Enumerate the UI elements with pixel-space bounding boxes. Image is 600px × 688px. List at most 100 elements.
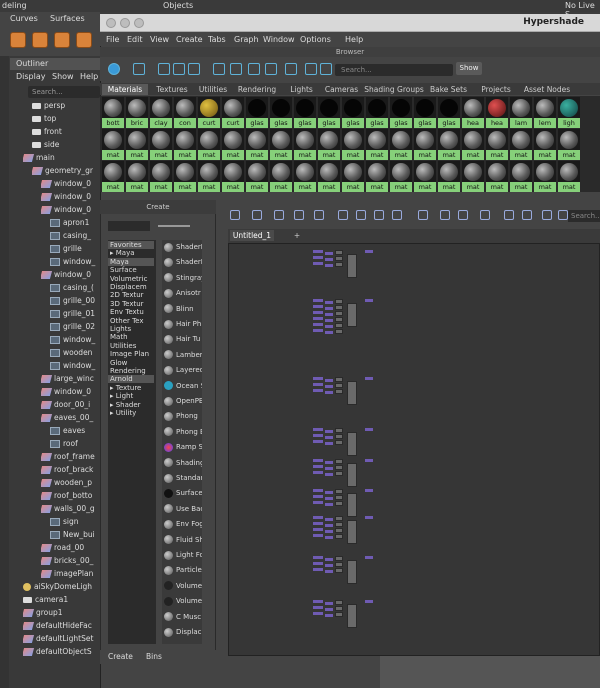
outliner-item[interactable]: window_ xyxy=(50,257,100,269)
shader-node[interactable] xyxy=(335,562,343,567)
objects-menu[interactable]: Objects xyxy=(163,1,193,10)
browser-tool-icon[interactable] xyxy=(265,63,277,75)
tab-rendering[interactable]: Rendering xyxy=(233,84,281,95)
browser-tool-icon[interactable] xyxy=(213,63,225,75)
material-swatch[interactable]: mat xyxy=(102,161,124,192)
create-node-item[interactable]: Stingray xyxy=(164,271,202,286)
shader-node[interactable] xyxy=(335,522,343,527)
create-node-item[interactable]: Light Fo xyxy=(164,548,202,563)
category-item[interactable]: ▸ Maya xyxy=(110,249,135,257)
material-swatch[interactable]: curt xyxy=(222,97,244,128)
create-node-item[interactable]: ShaderF xyxy=(164,255,202,270)
create-node-item[interactable]: Volume xyxy=(164,594,202,609)
graph-search-input[interactable]: Search... xyxy=(568,210,600,222)
material-swatch[interactable]: mat xyxy=(198,161,220,192)
shading-group-node[interactable] xyxy=(347,432,357,456)
category-item[interactable]: ▸ Utility xyxy=(110,409,136,417)
material-swatch[interactable]: glas xyxy=(390,97,412,128)
create-search-input[interactable] xyxy=(108,221,150,231)
shader-node[interactable] xyxy=(335,489,343,494)
graph-tool-icon[interactable] xyxy=(314,210,324,220)
shading-group-node[interactable] xyxy=(347,381,357,405)
graph-tab-untitled[interactable]: Untitled_1 xyxy=(230,230,274,241)
material-swatch[interactable]: mat xyxy=(534,161,556,192)
material-swatch[interactable]: mat xyxy=(390,129,412,160)
mode-menu[interactable]: deling xyxy=(2,1,27,10)
outliner-item[interactable]: window_0 xyxy=(41,179,100,191)
shading-group-node[interactable] xyxy=(347,604,357,628)
category-item[interactable]: Displacem xyxy=(110,283,147,291)
outliner-item[interactable]: roof xyxy=(50,439,100,451)
category-item[interactable]: ▸ Texture xyxy=(110,384,141,392)
graph-tool-icon[interactable] xyxy=(374,210,384,220)
material-swatch[interactable]: mat xyxy=(558,129,580,160)
create-node-item[interactable]: Phong E xyxy=(164,425,202,440)
browser-tool-icon[interactable] xyxy=(188,63,200,75)
outliner-item[interactable]: front xyxy=(32,127,100,139)
category-item[interactable]: Utilities xyxy=(110,342,136,350)
material-swatch[interactable]: bott xyxy=(102,97,124,128)
menu-file[interactable]: File xyxy=(106,35,119,44)
create-node-item[interactable]: Lamber xyxy=(164,348,202,363)
material-swatch[interactable]: mat xyxy=(366,129,388,160)
material-swatch[interactable]: mat xyxy=(150,129,172,160)
shader-node[interactable] xyxy=(335,528,343,533)
outliner-item[interactable]: New_bui xyxy=(50,530,100,542)
material-swatch[interactable]: mat xyxy=(126,129,148,160)
material-swatch[interactable]: mat xyxy=(534,129,556,160)
outliner-item[interactable]: window_0 xyxy=(41,205,100,217)
outliner-item[interactable]: persp xyxy=(32,101,100,113)
outliner-item[interactable]: grille_01 xyxy=(50,309,100,321)
shader-node[interactable] xyxy=(335,329,343,334)
sphere-primitive-icon[interactable] xyxy=(10,32,26,48)
shader-node[interactable] xyxy=(335,495,343,500)
outliner-item[interactable]: casing_( xyxy=(50,283,100,295)
material-swatch[interactable]: glas xyxy=(270,97,292,128)
create-node-item[interactable]: Hair Ph xyxy=(164,317,202,332)
shader-node[interactable] xyxy=(335,305,343,310)
material-swatch[interactable]: mat xyxy=(174,161,196,192)
material-swatch[interactable]: bric xyxy=(126,97,148,128)
category-item[interactable]: Volumetric xyxy=(110,275,147,283)
menu-graph[interactable]: Graph xyxy=(234,35,259,44)
outliner-item[interactable]: eaves_00_ xyxy=(41,413,100,425)
create-node-item[interactable]: Anisotr xyxy=(164,286,202,301)
graph-tool-icon[interactable] xyxy=(458,210,468,220)
graph-tool-icon[interactable] xyxy=(356,210,366,220)
shelf-tab-curves[interactable]: Curves xyxy=(10,14,38,23)
menu-tabs[interactable]: Tabs xyxy=(208,35,226,44)
tab-cameras[interactable]: Cameras xyxy=(321,84,362,95)
material-swatch[interactable]: con xyxy=(174,97,196,128)
graph-tool-icon[interactable] xyxy=(522,210,532,220)
shader-node[interactable] xyxy=(335,501,343,506)
outliner-item[interactable]: defaultObjectS xyxy=(23,647,100,659)
material-swatch[interactable]: mat xyxy=(558,161,580,192)
material-swatch[interactable]: mat xyxy=(294,161,316,192)
create-node-item[interactable]: Env Fog xyxy=(164,517,202,532)
outliner-menu-show[interactable]: Show xyxy=(52,72,74,81)
browser-search-input[interactable]: Search... xyxy=(335,64,453,76)
material-swatch[interactable]: curt xyxy=(198,97,220,128)
create-node-item[interactable]: Use Bac xyxy=(164,502,202,517)
category-item[interactable]: Arnold xyxy=(108,375,154,384)
outliner-item[interactable]: apron1 xyxy=(50,218,100,230)
outliner-item[interactable]: door_00_i xyxy=(41,400,100,412)
material-swatch[interactable]: mat xyxy=(270,161,292,192)
category-item[interactable]: ▸ Light xyxy=(110,392,133,400)
shader-node[interactable] xyxy=(335,323,343,328)
outliner-item[interactable]: grille_02 xyxy=(50,322,100,334)
shader-node[interactable] xyxy=(335,612,343,617)
category-item[interactable]: Lights xyxy=(110,325,131,333)
outliner-item[interactable]: top xyxy=(32,114,100,126)
create-node-item[interactable]: Particle xyxy=(164,563,202,578)
menu-options[interactable]: Options xyxy=(300,35,331,44)
create-node-item[interactable]: Ramp S xyxy=(164,440,202,455)
category-item[interactable]: 2D Textur xyxy=(110,291,144,299)
menu-window[interactable]: Window xyxy=(263,35,295,44)
shader-node[interactable] xyxy=(335,262,343,267)
graph-tool-icon[interactable] xyxy=(274,210,284,220)
create-node-item[interactable]: Phong xyxy=(164,409,202,424)
shader-node[interactable] xyxy=(335,465,343,470)
material-swatch[interactable]: lam xyxy=(510,97,532,128)
outliner-item[interactable]: eaves xyxy=(50,426,100,438)
